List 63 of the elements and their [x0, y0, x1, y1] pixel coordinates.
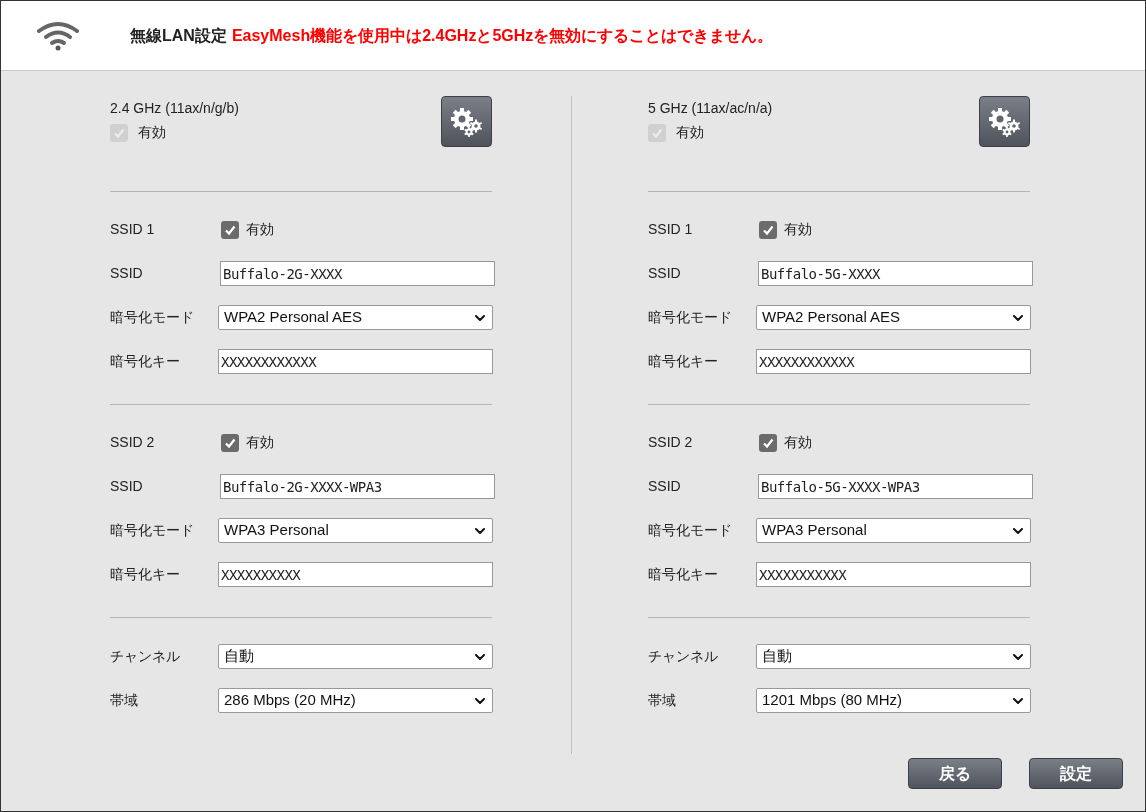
field-label: 暗号化キー — [648, 352, 719, 371]
dropdown[interactable]: WPA2 Personal AES — [756, 305, 1031, 330]
dropdown[interactable]: WPA2 Personal AES — [218, 305, 493, 330]
field-label: 暗号化モード — [110, 521, 195, 540]
field-label: SSID 2 — [110, 433, 156, 452]
checkmark-icon — [224, 223, 236, 236]
action-button[interactable]: 設定 — [1029, 758, 1123, 789]
input-field[interactable]: Buffalo-5G-XXXX — [758, 261, 1033, 286]
input-field[interactable]: XXXXXXXXXXX — [756, 562, 1031, 587]
dropdown[interactable]: 自動 — [756, 644, 1031, 669]
checkmark-icon — [113, 126, 125, 139]
band-title: 5 GHz (11ax/ac/n/a) — [648, 99, 773, 118]
dropdown[interactable]: 286 Mbps (20 MHz) — [218, 688, 493, 713]
input-field[interactable]: Buffalo-2G-XXXX-WPA3 — [220, 474, 495, 499]
band-title: 2.4 GHz (11ax/n/g/b) — [110, 99, 239, 118]
checkbox-label: 有効 — [246, 220, 274, 239]
field-label: 暗号化モード — [110, 308, 195, 327]
warning-message: EasyMesh機能を使用中は2.4GHzと5GHzを無効にすることはできません。 — [231, 25, 774, 46]
dropdown[interactable]: 1201 Mbps (80 MHz) — [756, 688, 1031, 713]
checkbox-label: 有効 — [246, 433, 274, 452]
settings-button[interactable] — [979, 96, 1030, 147]
field-label: 暗号化キー — [110, 565, 181, 584]
settings-icon — [986, 105, 1023, 138]
checkmark-icon — [651, 126, 663, 139]
settings-button[interactable] — [441, 96, 492, 147]
field-label: 帯域 — [648, 691, 677, 710]
field-label: SSID — [648, 477, 682, 496]
input-field[interactable]: Buffalo-2G-XXXX — [220, 261, 495, 286]
dropdown[interactable]: 自動 — [218, 644, 493, 669]
dropdown[interactable]: WPA3 Personal — [756, 518, 1031, 543]
dropdown[interactable]: WPA3 Personal — [218, 518, 493, 543]
checkbox-label: 有効 — [784, 220, 812, 239]
settings-icon — [448, 105, 485, 138]
checkmark-icon — [762, 223, 774, 236]
field-label: SSID 1 — [110, 220, 156, 239]
field-label: SSID 2 — [648, 433, 694, 452]
field-label: SSID — [110, 477, 144, 496]
checkbox-label: 有効 — [138, 123, 166, 142]
input-field[interactable]: XXXXXXXXXXXX — [756, 349, 1031, 374]
field-label: 暗号化キー — [110, 352, 181, 371]
checkbox-label: 有効 — [784, 433, 812, 452]
checkbox[interactable] — [759, 433, 777, 452]
wifi-icon — [36, 20, 80, 51]
field-label: チャンネル — [648, 647, 719, 666]
checkbox[interactable] — [221, 433, 239, 452]
checkbox[interactable] — [759, 220, 777, 239]
action-button[interactable]: 戻る — [908, 758, 1002, 789]
checkbox[interactable] — [221, 220, 239, 239]
field-label: SSID — [110, 264, 144, 283]
checkbox-label: 有効 — [676, 123, 704, 142]
field-label: SSID — [648, 264, 682, 283]
field-label: 暗号化モード — [648, 308, 733, 327]
field-label: 暗号化モード — [648, 521, 733, 540]
field-label: 暗号化キー — [648, 565, 719, 584]
page-title: 無線LAN設定 — [130, 25, 227, 46]
field-label: チャンネル — [110, 647, 181, 666]
input-field[interactable]: Buffalo-5G-XXXX-WPA3 — [758, 474, 1033, 499]
field-label: 帯域 — [110, 691, 139, 710]
checkmark-icon — [762, 436, 774, 449]
input-field[interactable]: XXXXXXXXXX — [218, 562, 493, 587]
input-field[interactable]: XXXXXXXXXXXX — [218, 349, 493, 374]
checkmark-icon — [224, 436, 236, 449]
field-label: SSID 1 — [648, 220, 694, 239]
